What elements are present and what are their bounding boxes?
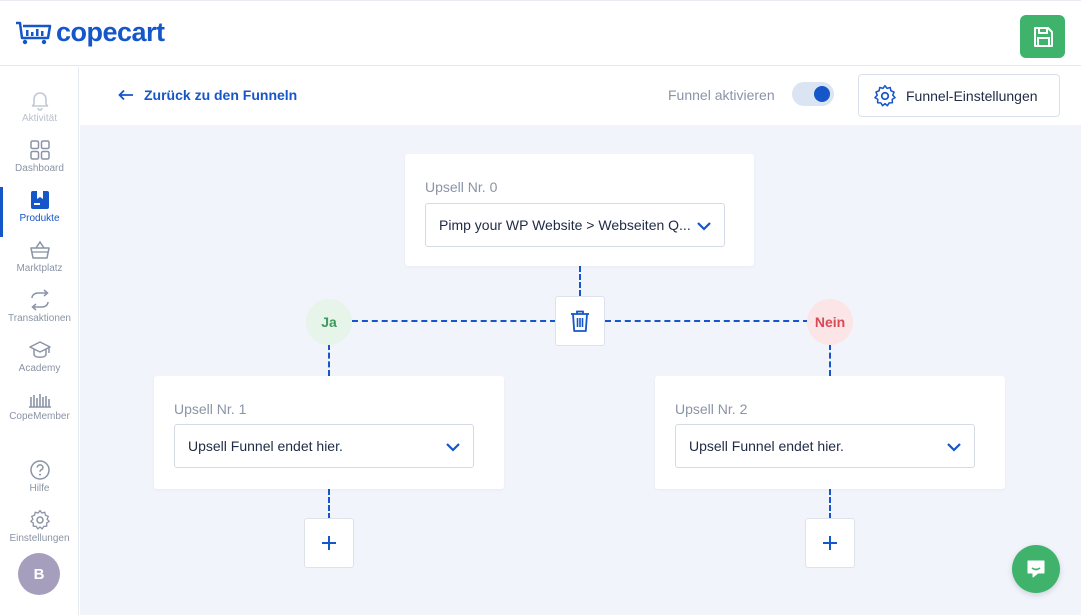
top-bar: copecart bbox=[0, 0, 1081, 66]
sidebar-item-label: Aktivität bbox=[21, 113, 57, 124]
avatar[interactable]: B bbox=[18, 553, 60, 595]
sidebar: Aktivität Dashboard Produkte Marktplatz … bbox=[0, 67, 79, 615]
funnel-activate-toggle[interactable] bbox=[792, 82, 834, 106]
basket-icon bbox=[29, 235, 51, 261]
gear-icon bbox=[874, 84, 896, 106]
chevron-down-icon bbox=[947, 443, 961, 452]
chat-icon bbox=[1027, 560, 1045, 578]
upsell-card-title: Upsell Nr. 0 bbox=[425, 179, 498, 195]
sidebar-item-academy[interactable]: Academy bbox=[0, 335, 79, 385]
sidebar-item-transaktionen[interactable]: Transaktionen bbox=[0, 285, 79, 335]
trash-icon bbox=[571, 310, 589, 332]
sidebar-item-label: Einstellungen bbox=[9, 533, 70, 544]
chevron-down-icon bbox=[446, 443, 460, 452]
upsell-product-select[interactable]: Pimp your WP Website > Webseiten Q... bbox=[425, 203, 725, 247]
upsell-product-select[interactable]: Upsell Funnel endet hier. bbox=[675, 424, 975, 468]
connector-line bbox=[352, 320, 556, 322]
arrow-left-icon bbox=[118, 89, 133, 101]
connector-line bbox=[829, 489, 831, 519]
add-upsell-yes-button[interactable] bbox=[304, 518, 354, 568]
plus-icon bbox=[823, 536, 837, 550]
logo-text: copecart bbox=[56, 17, 165, 47]
chevron-down-icon bbox=[697, 222, 711, 231]
funnel-canvas: Upsell Nr. 0 Pimp your WP Website > Webs… bbox=[80, 125, 1081, 615]
delete-upsell-button[interactable] bbox=[555, 296, 605, 346]
upsell-product-select[interactable]: Upsell Funnel endet hier. bbox=[174, 424, 474, 468]
upsell-card-yes: Upsell Nr. 1 Upsell Funnel endet hier. bbox=[154, 376, 504, 489]
graduation-cap-icon bbox=[28, 335, 51, 361]
funnel-settings-button[interactable]: Funnel-Einstellungen bbox=[858, 74, 1060, 117]
gear-icon bbox=[29, 505, 51, 531]
grid-icon bbox=[29, 135, 51, 161]
question-circle-icon bbox=[29, 455, 51, 481]
copecart-logo[interactable]: copecart bbox=[14, 17, 165, 48]
select-value: Upsell Funnel endet hier. bbox=[188, 438, 343, 454]
product-box-icon bbox=[29, 185, 51, 211]
yes-branch-badge: Ja bbox=[306, 299, 352, 345]
sidebar-item-label: CopeMember bbox=[9, 411, 70, 422]
upsell-card-root: Upsell Nr. 0 Pimp your WP Website > Webs… bbox=[405, 154, 754, 266]
cart-logo-icon bbox=[16, 21, 52, 44]
sidebar-item-hilfe[interactable]: Hilfe bbox=[0, 455, 79, 505]
funnel-header: Zurück zu den Funneln Funnel aktivieren … bbox=[80, 67, 1081, 125]
sidebar-item-marktplatz[interactable]: Marktplatz bbox=[0, 235, 79, 285]
sidebar-item-label: Hilfe bbox=[29, 483, 50, 494]
bell-icon bbox=[29, 85, 51, 111]
sidebar-item-label: Transaktionen bbox=[8, 313, 71, 324]
select-value: Upsell Funnel endet hier. bbox=[689, 438, 844, 454]
exchange-icon bbox=[29, 285, 51, 311]
sidebar-item-einstellungen[interactable]: Einstellungen bbox=[0, 505, 79, 555]
select-value: Pimp your WP Website > Webseiten Q... bbox=[439, 217, 691, 233]
sidebar-item-aktivitaet[interactable]: Aktivität bbox=[0, 85, 79, 135]
chat-support-button[interactable] bbox=[1012, 545, 1060, 593]
connector-line bbox=[328, 489, 330, 519]
plus-icon bbox=[322, 536, 336, 550]
back-link-label: Zurück zu den Funneln bbox=[144, 87, 298, 103]
back-to-funnels-link[interactable]: Zurück zu den Funneln bbox=[118, 87, 297, 103]
save-button[interactable] bbox=[1020, 15, 1065, 58]
upsell-card-no: Upsell Nr. 2 Upsell Funnel endet hier. bbox=[655, 376, 1005, 489]
sidebar-item-dashboard[interactable]: Dashboard bbox=[0, 135, 79, 185]
library-icon bbox=[28, 383, 52, 409]
floppy-disk-icon bbox=[1033, 26, 1053, 47]
funnel-activate-label: Funnel aktivieren bbox=[668, 87, 775, 103]
sidebar-item-label: Marktplatz bbox=[16, 263, 63, 274]
funnel-settings-label: Funnel-Einstellungen bbox=[906, 87, 1038, 104]
connector-line bbox=[328, 344, 330, 376]
upsell-card-title: Upsell Nr. 2 bbox=[675, 401, 748, 417]
connector-line bbox=[579, 266, 581, 296]
upsell-card-title: Upsell Nr. 1 bbox=[174, 401, 247, 417]
connector-line bbox=[829, 344, 831, 376]
sidebar-item-label: Produkte bbox=[19, 213, 60, 224]
sidebar-item-label: Academy bbox=[18, 363, 61, 374]
connector-line bbox=[605, 320, 809, 322]
add-upsell-no-button[interactable] bbox=[805, 518, 855, 568]
sidebar-item-copemember[interactable]: CopeMember bbox=[0, 383, 79, 433]
no-branch-badge: Nein bbox=[807, 299, 853, 345]
toggle-knob bbox=[814, 86, 830, 102]
sidebar-item-produkte[interactable]: Produkte bbox=[0, 185, 79, 237]
sidebar-item-label: Dashboard bbox=[15, 163, 64, 174]
